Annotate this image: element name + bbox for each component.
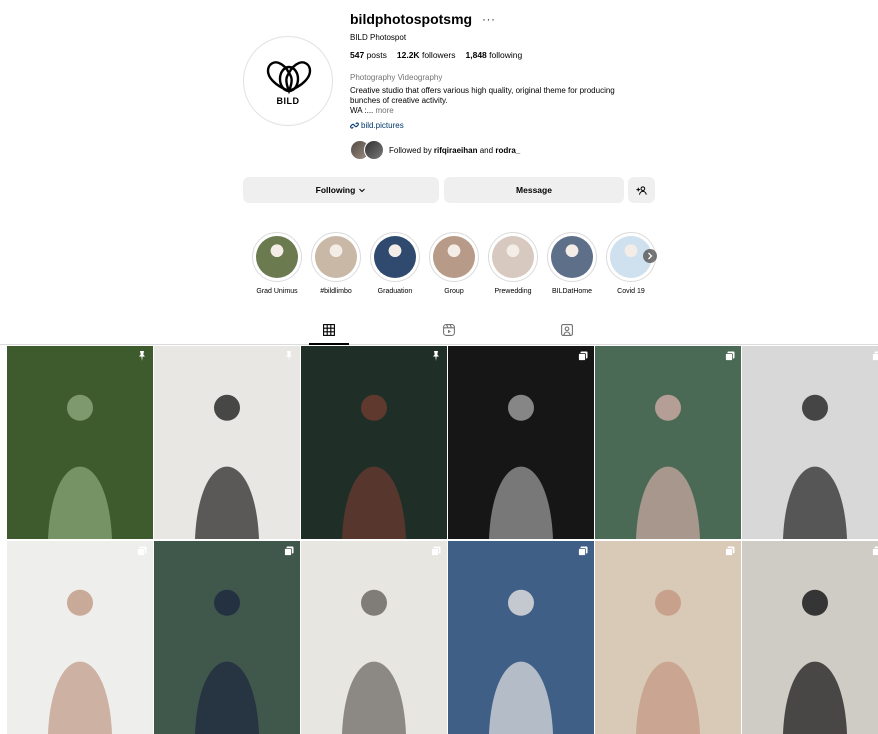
bio-line: WA :... more — [350, 106, 650, 116]
chevron-down-icon — [358, 186, 366, 194]
tab-posts[interactable] — [319, 322, 339, 338]
username: bildphotospotsmg — [350, 11, 472, 27]
post-thumbnail[interactable] — [7, 346, 153, 539]
carousel-icon — [578, 351, 588, 361]
carousel-icon — [725, 351, 735, 361]
highlight-1-img — [315, 236, 357, 278]
post-thumbnail[interactable] — [301, 541, 447, 734]
highlight-item[interactable]: Grad Unimus — [251, 232, 303, 295]
post-image — [742, 541, 878, 734]
profile-bio: Creative studio that offers various high… — [350, 86, 650, 116]
post-thumbnail[interactable] — [595, 346, 741, 539]
carousel-icon — [872, 546, 878, 556]
next-arrow-icon[interactable] — [643, 249, 657, 263]
pin-icon — [431, 351, 441, 361]
highlight-cover[interactable] — [488, 232, 538, 282]
post-image — [154, 541, 300, 734]
follower-avatar — [364, 140, 384, 160]
full-name: BILD Photospot — [350, 33, 406, 42]
carousel-icon — [284, 546, 294, 556]
posts-stat: 547 posts — [350, 50, 387, 60]
post-thumbnail[interactable] — [742, 541, 878, 734]
highlight-item[interactable]: Group — [428, 232, 480, 295]
post-thumbnail[interactable] — [448, 541, 594, 734]
posts-grid-icon — [323, 324, 335, 336]
brand-logo-text: BILD — [244, 96, 332, 106]
highlight-item[interactable]: BILDatHome — [546, 232, 598, 295]
post-image — [154, 346, 300, 539]
reels-icon — [443, 324, 455, 336]
message-button[interactable]: Message — [444, 177, 624, 203]
post-image — [595, 541, 741, 734]
post-image — [448, 541, 594, 734]
carousel-icon — [872, 351, 878, 361]
tagged-icon — [561, 324, 573, 336]
highlight-item[interactable]: Prewedding — [487, 232, 539, 295]
post-image — [448, 346, 594, 539]
bio-more-link[interactable]: more — [376, 106, 394, 115]
highlight-item[interactable]: #bildlimbo — [310, 232, 362, 295]
following-stat[interactable]: 1,848 following — [466, 50, 523, 60]
bild-logo-icon — [244, 37, 334, 127]
carousel-icon — [725, 546, 735, 556]
followed-by-text: Followed by rifqiraeihan and rodra_ — [389, 146, 520, 155]
highlight-0-img — [256, 236, 298, 278]
post-thumbnail[interactable] — [742, 346, 878, 539]
active-tab-indicator — [309, 343, 349, 345]
post-thumbnail[interactable] — [301, 346, 447, 539]
followed-by[interactable]: Followed by rifqiraeihan and rodra_ — [350, 140, 520, 160]
post-thumbnail[interactable] — [7, 541, 153, 734]
highlight-cover[interactable] — [429, 232, 479, 282]
more-options-button[interactable]: ··· — [482, 12, 496, 26]
highlight-cover[interactable] — [252, 232, 302, 282]
carousel-icon — [137, 546, 147, 556]
pin-icon — [137, 351, 147, 361]
followers-stat[interactable]: 12.2K followers — [397, 50, 456, 60]
highlight-item[interactable]: Covid 19 — [605, 232, 657, 295]
post-image — [7, 541, 153, 734]
post-thumbnail[interactable] — [448, 346, 594, 539]
profile-avatar[interactable]: BILD — [243, 36, 333, 126]
highlight-label: Covid 19 — [595, 288, 667, 295]
add-person-icon — [636, 185, 647, 196]
tab-tagged[interactable] — [557, 322, 577, 338]
post-thumbnail[interactable] — [595, 541, 741, 734]
pin-icon — [284, 351, 294, 361]
highlight-cover[interactable] — [370, 232, 420, 282]
post-image — [301, 346, 447, 539]
bio-line: Creative studio that offers various high… — [350, 86, 650, 96]
profile-link[interactable]: bild.pictures — [350, 121, 404, 130]
highlight-5-img — [551, 236, 593, 278]
post-thumbnail[interactable] — [154, 346, 300, 539]
profile-stats: 547 posts 12.2K followers 1,848 followin… — [350, 50, 522, 60]
post-thumbnail[interactable] — [154, 541, 300, 734]
story-highlights: Grad Unimus #bildlimbo Graduation Group … — [245, 232, 665, 302]
link-icon — [350, 121, 359, 130]
highlight-cover[interactable] — [311, 232, 361, 282]
bio-line: bunches of creative activity. — [350, 96, 650, 106]
highlight-item[interactable]: Graduation — [369, 232, 421, 295]
post-image — [7, 346, 153, 539]
carousel-icon — [578, 546, 588, 556]
highlight-3-img — [433, 236, 475, 278]
following-button[interactable]: Following — [243, 177, 439, 203]
highlight-cover[interactable] — [547, 232, 597, 282]
add-user-button[interactable] — [628, 177, 655, 203]
highlight-2-img — [374, 236, 416, 278]
tab-reels[interactable] — [439, 322, 459, 338]
tabs-divider — [0, 344, 878, 345]
post-image — [301, 541, 447, 734]
post-image — [595, 346, 741, 539]
post-image — [742, 346, 878, 539]
profile-link-text[interactable]: bild.pictures — [361, 121, 404, 130]
carousel-icon — [431, 546, 441, 556]
highlight-4-img — [492, 236, 534, 278]
profile-category: Photography Videography — [350, 73, 442, 82]
highlight-cover[interactable] — [606, 232, 656, 282]
